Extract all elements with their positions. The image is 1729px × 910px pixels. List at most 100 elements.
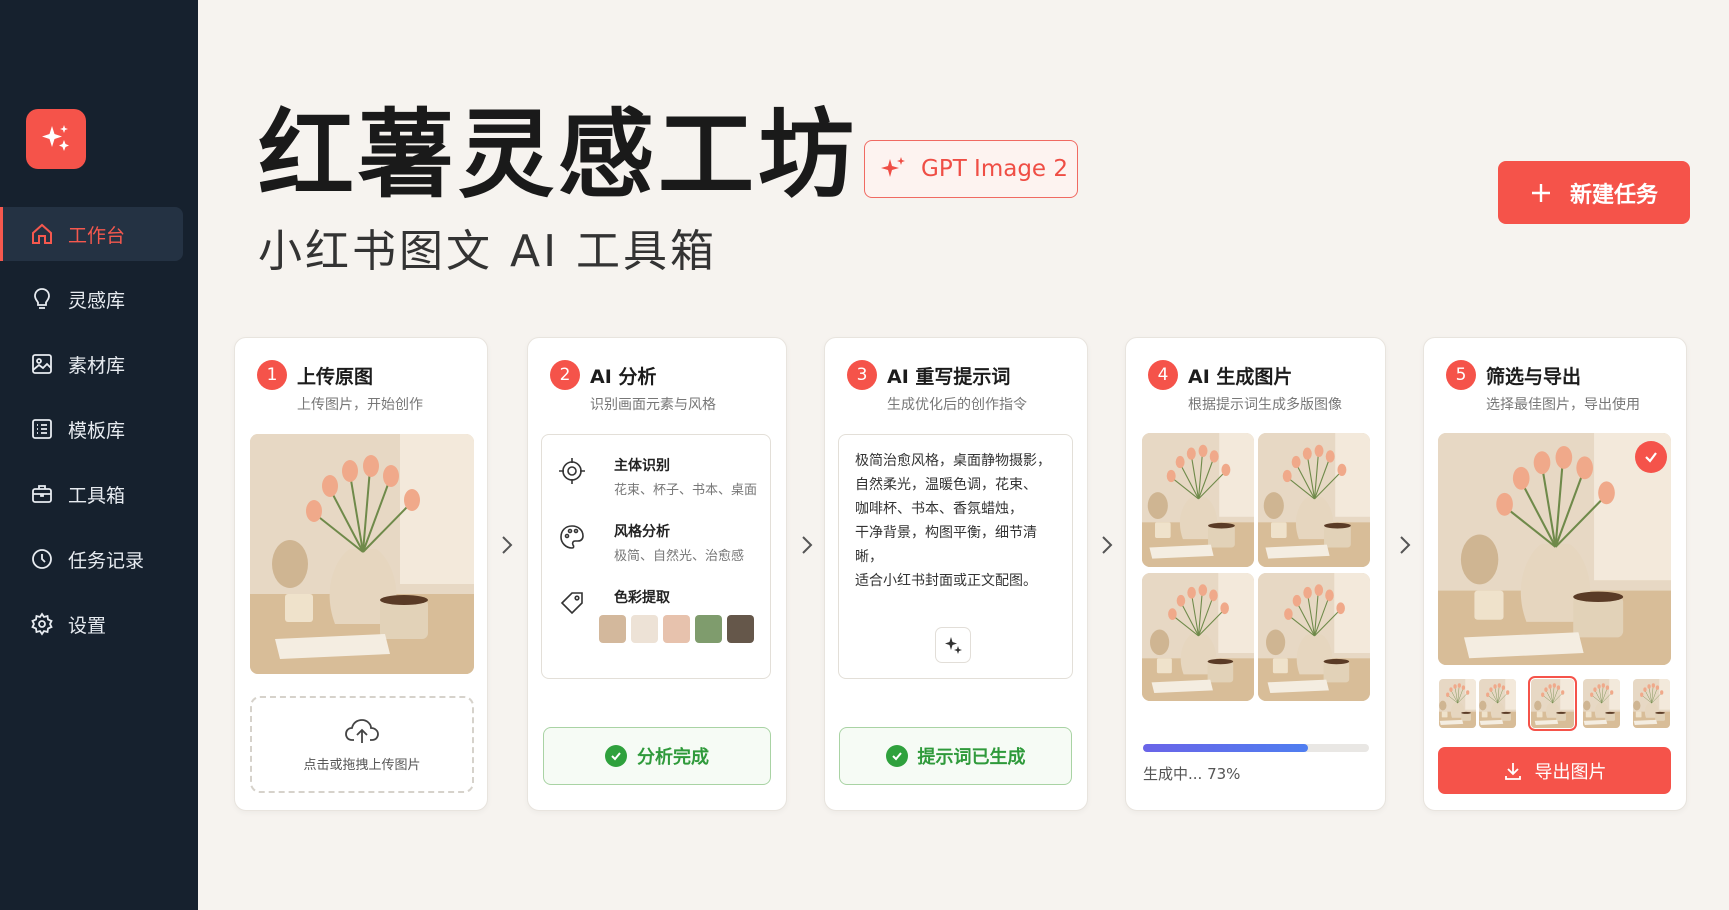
step-number: 3 — [847, 360, 877, 390]
image-thumbnail[interactable] — [1633, 679, 1670, 728]
attribute-label: 色彩提取 — [614, 590, 670, 606]
plus-icon — [1531, 183, 1550, 202]
step-description: 识别画面元素与风格 — [590, 397, 716, 413]
sidebar-item-label: 工具箱 — [68, 484, 126, 507]
toolbox-icon — [30, 482, 54, 506]
sidebar-item-label: 任务记录 — [68, 549, 145, 572]
attribute-value: 花束、杯子、书本、桌面 — [614, 483, 758, 498]
new-task-button[interactable]: 新建任务 — [1498, 161, 1690, 224]
prompt-line: 咖啡杯、书本、香氛蜡烛， — [855, 501, 1023, 517]
status-label: 分析完成 — [637, 747, 709, 768]
sidebar: 工作台 灵感库 素材库 模板库 工具箱 任务记录 设置 — [0, 0, 198, 910]
step-description: 根据提示词生成多版图像 — [1188, 397, 1342, 413]
progress-fill — [1143, 744, 1308, 752]
sidebar-item-templates[interactable]: 模板库 — [0, 402, 198, 456]
step-number: 5 — [1446, 360, 1476, 390]
image-thumbnail[interactable] — [1479, 679, 1516, 728]
tag-icon — [560, 592, 583, 615]
chevron-right-icon — [502, 536, 513, 554]
palette-icon — [560, 525, 584, 549]
chevron-right-icon — [1102, 536, 1113, 554]
sidebar-item-workbench[interactable]: 工作台 — [0, 207, 183, 261]
sparkle-icon — [42, 125, 69, 151]
sidebar-item-label: 素材库 — [68, 354, 126, 377]
sidebar-item-toolbox[interactable]: 工具箱 — [0, 467, 198, 521]
analysis-complete-status: 分析完成 — [543, 727, 771, 785]
sidebar-item-history[interactable]: 任务记录 — [0, 532, 198, 586]
attribute-value: 极简、自然光、治愈感 — [614, 549, 745, 564]
list-icon — [30, 417, 54, 441]
prompt-line: 适合小红书封面或正文配图。 — [855, 573, 1037, 589]
attribute-label: 风格分析 — [614, 524, 670, 540]
export-label: 导出图片 — [1534, 761, 1607, 783]
color-swatch — [631, 615, 658, 643]
sidebar-item-label: 灵感库 — [68, 289, 126, 312]
image-icon — [30, 352, 54, 376]
generated-image[interactable] — [1258, 433, 1370, 567]
step-title: 上传原图 — [297, 366, 374, 388]
step-description: 选择最佳图片，导出使用 — [1486, 397, 1640, 413]
home-icon — [30, 222, 54, 246]
step-description: 上传图片，开始创作 — [297, 397, 423, 413]
sidebar-item-label: 工作台 — [68, 224, 126, 247]
color-swatch — [599, 615, 626, 643]
progress-label: 生成中... 73% — [1143, 765, 1241, 783]
generated-image[interactable] — [1258, 573, 1370, 701]
generation-progress-bar — [1143, 744, 1369, 752]
prompt-line: 自然柔光，温暖色调，花束、 — [855, 477, 1037, 493]
upload-hint: 点击或拖拽上传图片 — [303, 758, 421, 773]
model-badge-label: GPT Image 2 — [921, 156, 1069, 182]
color-swatch — [663, 615, 690, 643]
check-circle-icon — [885, 745, 908, 767]
color-swatch — [695, 615, 722, 643]
upload-dropzone[interactable]: 点击或拖拽上传图片 — [250, 696, 474, 793]
step-number: 1 — [257, 360, 287, 390]
attribute-label: 主体识别 — [614, 458, 670, 474]
chevron-right-icon — [1400, 536, 1411, 554]
status-label: 提示词已生成 — [917, 747, 1026, 768]
prompt-line: 极简治愈风格，桌面静物摄影， — [855, 453, 1051, 469]
sidebar-item-settings[interactable]: 设置 — [0, 597, 198, 651]
page-subtitle: 小红书图文 AI 工具箱 — [258, 226, 718, 277]
sidebar-item-label: 模板库 — [68, 419, 126, 442]
new-task-label: 新建任务 — [1569, 182, 1658, 208]
color-swatch — [727, 615, 754, 643]
chevron-right-icon — [802, 536, 813, 554]
sidebar-item-materials[interactable]: 素材库 — [0, 337, 198, 391]
export-image-button[interactable]: 导出图片 — [1438, 747, 1671, 794]
step-title: 筛选与导出 — [1486, 366, 1582, 388]
step-title: AI 分析 — [590, 366, 657, 388]
prompt-generated-status: 提示词已生成 — [839, 727, 1072, 785]
app-logo[interactable] — [26, 109, 86, 169]
clock-icon — [30, 547, 54, 571]
image-thumbnail-selected[interactable] — [1528, 676, 1577, 731]
step-title: AI 生成图片 — [1188, 366, 1293, 388]
sidebar-item-label: 设置 — [68, 614, 107, 637]
regenerate-prompt-button[interactable] — [935, 627, 971, 663]
gear-icon — [30, 612, 54, 636]
step-number: 4 — [1148, 360, 1178, 390]
sparkle-icon — [881, 157, 905, 177]
check-circle-icon — [605, 745, 627, 767]
sidebar-item-inspiration[interactable]: 灵感库 — [0, 272, 198, 326]
step-title: AI 重写提示词 — [887, 366, 1011, 388]
step-description: 生成优化后的创作指令 — [887, 397, 1027, 413]
generated-image[interactable] — [1142, 573, 1254, 701]
lightbulb-icon — [30, 287, 54, 311]
selected-check-icon — [1635, 441, 1667, 473]
original-photo — [250, 434, 474, 674]
sparkle-icon — [945, 637, 962, 654]
prompt-text: 极简治愈风格，桌面静物摄影， 自然柔光，温暖色调，花束、 咖啡杯、书本、香氛蜡烛… — [855, 449, 1060, 593]
cloud-upload-icon — [345, 719, 379, 743]
generated-image[interactable] — [1142, 433, 1254, 567]
target-icon — [559, 458, 585, 484]
step-number: 2 — [550, 360, 580, 390]
image-thumbnail[interactable] — [1583, 679, 1620, 728]
selected-image-preview — [1438, 433, 1671, 665]
sidebar-nav: 工作台 灵感库 素材库 模板库 工具箱 任务记录 设置 — [0, 207, 198, 662]
download-icon — [1504, 762, 1521, 780]
model-badge: GPT Image 2 — [864, 140, 1078, 198]
image-thumbnail[interactable] — [1439, 679, 1476, 728]
page-title: 红薯灵感工坊 — [258, 99, 858, 211]
prompt-line: 干净背景，构图平衡，细节清晰， — [855, 525, 1037, 565]
